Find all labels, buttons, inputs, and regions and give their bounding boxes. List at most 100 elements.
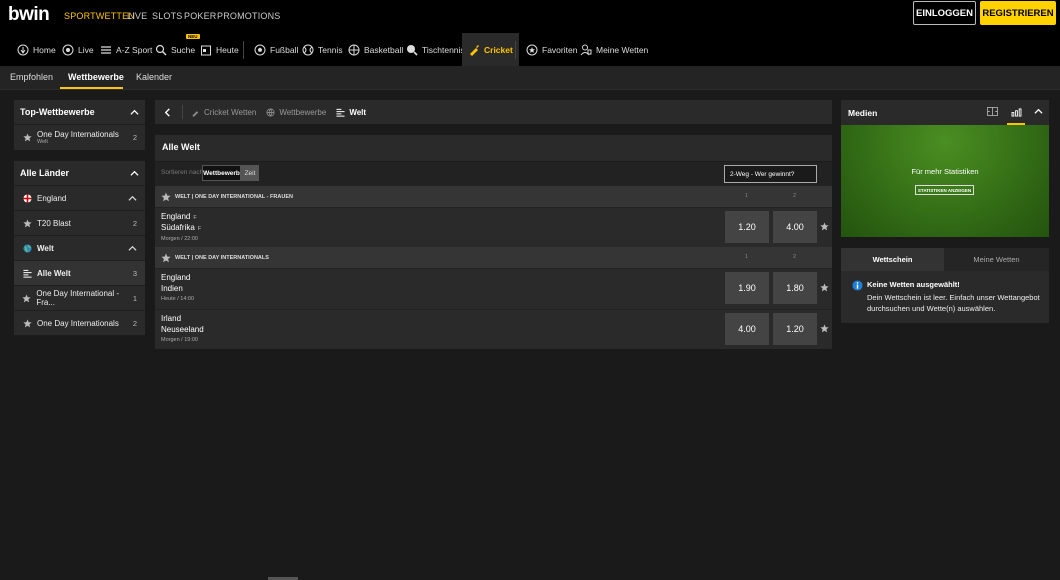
tab-meine-wetten[interactable]: Meine Wetten: [944, 248, 1049, 271]
star-icon[interactable]: [820, 324, 829, 333]
list-item[interactable]: One Day Internationals 2: [14, 310, 145, 335]
column-2-label: 2: [793, 254, 797, 260]
breadcrumb-cricket[interactable]: Cricket Wetten: [191, 108, 256, 117]
breadcrumb-wettbewerbe[interactable]: Wettbewerbe: [266, 108, 326, 117]
divider: [243, 41, 244, 59]
star-icon[interactable]: [161, 192, 175, 202]
all-list-icon: [22, 268, 32, 278]
event-time: Morgen / 19:00: [161, 337, 198, 343]
sport-heute[interactable]: Heute: [200, 33, 239, 66]
nav-live[interactable]: LIVE: [127, 11, 147, 21]
sport-tennis[interactable]: Tennis: [302, 33, 343, 66]
sport-live[interactable]: Live: [62, 33, 94, 66]
odd-button-1[interactable]: 1.20: [725, 211, 769, 243]
country-england[interactable]: England: [14, 185, 145, 210]
nav-sportwetten[interactable]: SPORTWETTEN: [64, 11, 135, 21]
register-button[interactable]: REGISTRIEREN: [980, 1, 1056, 25]
breadcrumb-welt[interactable]: Welt: [336, 108, 366, 117]
bwin-logo[interactable]: bwin: [8, 4, 50, 26]
stats-icon[interactable]: [1007, 101, 1025, 125]
basketball-icon: [348, 44, 360, 56]
top-competitions-header[interactable]: Top-Wettbewerbe: [14, 100, 145, 124]
league-header[interactable]: WELT | ONE DAY INTERNATIONALS: [155, 247, 832, 268]
login-button[interactable]: EINLOGGEN: [913, 1, 976, 25]
cricket-bat-icon: [191, 108, 200, 117]
sport-meine-wetten[interactable]: Meine Wetten: [580, 33, 648, 66]
table-tennis-icon: [406, 44, 418, 56]
divider: [515, 41, 516, 59]
nav-poker[interactable]: POKER: [184, 11, 217, 21]
sport-fussball[interactable]: Fußball: [254, 33, 298, 66]
star-icon[interactable]: [22, 218, 32, 228]
country-welt[interactable]: Welt: [14, 235, 145, 260]
sort-label: Sortieren nach: [161, 169, 204, 176]
odd-button-2[interactable]: 1.80: [773, 272, 817, 304]
chevron-up-icon: [130, 108, 139, 117]
divider: [182, 105, 183, 119]
odd-button-2[interactable]: 4.00: [773, 211, 817, 243]
star-icon[interactable]: [22, 293, 31, 303]
england-flag-icon: [22, 193, 32, 203]
star-icon[interactable]: [22, 318, 32, 328]
tab-wettschein[interactable]: Wettschein: [841, 248, 944, 271]
betslip-empty-title: Keine Wetten ausgewählt!: [867, 280, 960, 289]
home-icon: [17, 44, 29, 56]
chevron-up-icon[interactable]: [1034, 107, 1043, 116]
column-1-label: 1: [745, 254, 749, 260]
star-icon[interactable]: [161, 253, 175, 263]
chevron-up-icon: [128, 244, 137, 253]
menu-icon: [100, 44, 112, 56]
chevron-up-icon: [128, 194, 137, 203]
odd-button-2[interactable]: 1.20: [773, 313, 817, 345]
team-away[interactable]: Indien: [161, 284, 183, 293]
globe-icon: [22, 243, 32, 253]
odd-button-1[interactable]: 1.90: [725, 272, 769, 304]
cricket-bat-icon: [468, 44, 480, 56]
active-tab-indicator: [60, 87, 123, 89]
sport-cricket[interactable]: Cricket: [462, 33, 519, 66]
sport-home[interactable]: Home: [17, 33, 56, 66]
sort-zeit-button[interactable]: Zeit: [241, 165, 259, 181]
list-item[interactable]: One Day Internationals Welt 2: [14, 124, 145, 150]
team-away[interactable]: Südafrika F: [161, 223, 201, 232]
star-icon[interactable]: [820, 222, 829, 231]
live-icon: [62, 44, 74, 56]
list-item-selected[interactable]: Alle Welt 3: [14, 260, 145, 285]
back-arrow-icon[interactable]: [163, 107, 172, 117]
nav-promotions[interactable]: PROMOTIONS: [217, 11, 281, 21]
globe-icon: [266, 107, 275, 117]
market-dropdown[interactable]: 2-Weg - Wer gewinnt?: [724, 165, 817, 183]
show-stats-button[interactable]: STATISTIKEN ANZEIGEN: [915, 185, 974, 195]
team-away[interactable]: Neuseeland: [161, 325, 204, 334]
star-icon[interactable]: [22, 133, 32, 143]
odd-button-1[interactable]: 4.00: [725, 313, 769, 345]
event-time: Heute / 14:00: [161, 296, 195, 302]
scoreboard-icon[interactable]: [987, 107, 998, 116]
league-header[interactable]: WELT | ONE DAY INTERNATIONAL - FRAUEN: [155, 186, 832, 207]
tab-wettbewerbe[interactable]: Wettbewerbe: [68, 72, 124, 82]
sport-tischtennis[interactable]: Tischtennis: [406, 33, 465, 66]
star-icon[interactable]: [820, 283, 829, 292]
list-item[interactable]: T20 Blast 2: [14, 210, 145, 235]
new-badge: NEU: [186, 34, 200, 39]
column-1-label: 1: [745, 193, 749, 199]
sport-a-z[interactable]: A-Z Sport: [100, 33, 152, 66]
team-home[interactable]: Irland: [161, 314, 181, 323]
stats-field-background: [841, 125, 1049, 237]
search-icon: [155, 44, 167, 56]
tab-kalender[interactable]: Kalender: [136, 72, 172, 82]
stats-prompt: Für mehr Statistiken: [911, 167, 979, 176]
nav-slots[interactable]: SLOTS: [152, 11, 183, 21]
sport-favoriten[interactable]: Favoriten: [526, 33, 577, 66]
tab-empfohlen[interactable]: Empfohlen: [10, 72, 53, 82]
my-bets-icon: [580, 44, 592, 56]
countries-header[interactable]: Alle Länder: [14, 161, 145, 185]
sport-basketball[interactable]: Basketball: [348, 33, 403, 66]
team-home[interactable]: England F: [161, 212, 197, 221]
chevron-up-icon: [130, 169, 139, 178]
all-list-icon: [336, 108, 345, 117]
sort-wettbewerb-button[interactable]: Wettbewerb: [202, 165, 241, 181]
list-item[interactable]: One Day International - Fra... 1: [14, 285, 145, 310]
page-title: Alle Welt: [162, 142, 200, 152]
team-home[interactable]: England: [161, 273, 190, 282]
